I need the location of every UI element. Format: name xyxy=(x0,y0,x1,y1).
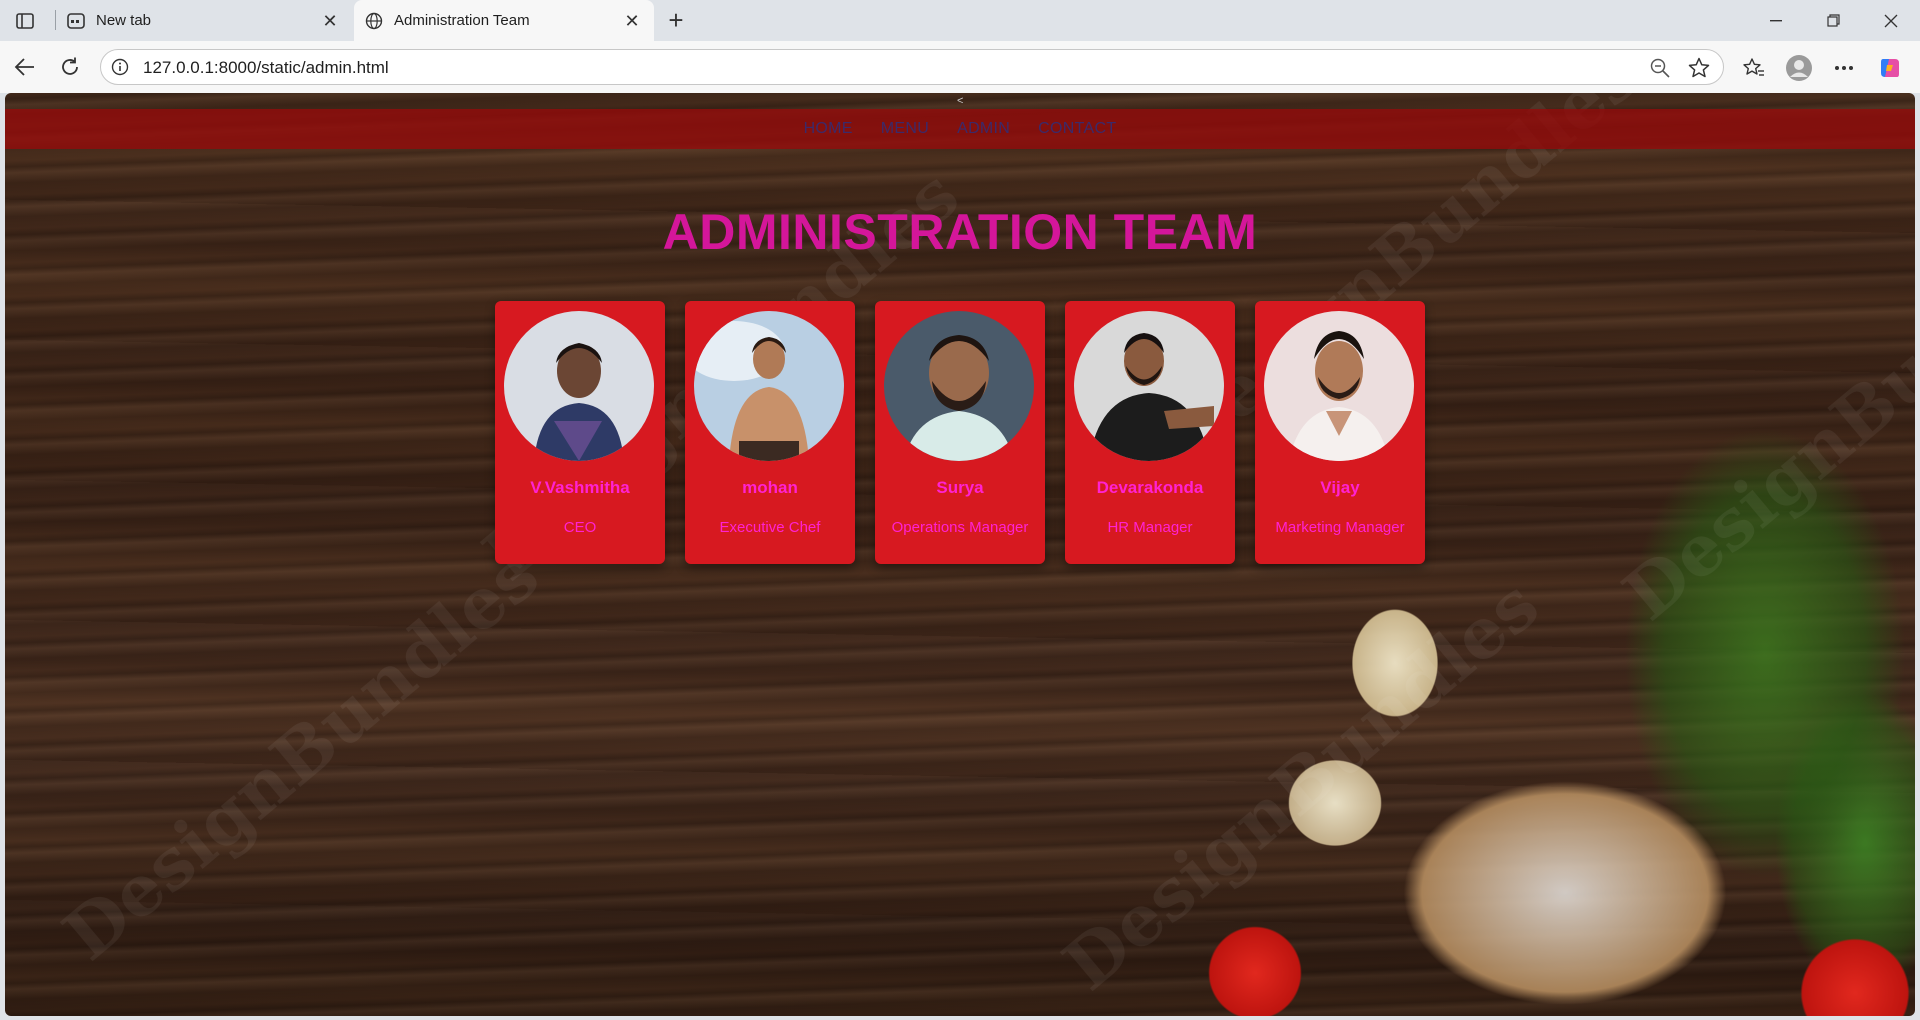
member-role: HR Manager xyxy=(1107,519,1193,536)
team-grid: V.Vashmitha CEO mohan Executive Chef Sur… xyxy=(495,301,1425,564)
member-name: V.Vashmitha xyxy=(530,478,630,497)
globe-icon xyxy=(364,11,384,31)
tab-new-tab[interactable]: New tab ✕ xyxy=(56,0,352,41)
member-name: mohan xyxy=(742,478,798,497)
page-title: ADMINISTRATION TEAM xyxy=(662,204,1258,260)
new-tab-favicon-icon xyxy=(66,11,86,31)
collapse-caret[interactable]: < xyxy=(957,95,963,107)
watermark: DesignBundles xyxy=(47,532,554,977)
avatar xyxy=(1264,311,1414,461)
nav-contact[interactable]: CONTACT xyxy=(1038,120,1116,138)
reload-icon[interactable] xyxy=(55,52,85,82)
top-navigation: < HOME MENU ADMIN CONTACT xyxy=(5,95,1915,149)
page-viewport: DesignBundles DesignBundles DesignBundle… xyxy=(5,93,1915,1016)
member-name: Devarakonda xyxy=(1096,478,1204,497)
team-card: V.Vashmitha CEO xyxy=(495,301,665,564)
back-arrow-icon[interactable] xyxy=(10,52,40,82)
avatar xyxy=(884,311,1034,461)
copilot-icon[interactable] xyxy=(1874,52,1906,84)
profile-avatar-icon[interactable] xyxy=(1783,52,1815,84)
more-options-icon[interactable] xyxy=(1828,52,1860,84)
team-card: mohan Executive Chef xyxy=(685,301,855,564)
close-window-icon[interactable] xyxy=(1862,0,1919,41)
nav-menu[interactable]: MENU xyxy=(881,120,929,138)
team-card: Vijay Marketing Manager xyxy=(1255,301,1425,564)
zoom-out-icon[interactable] xyxy=(1649,57,1671,79)
minimize-icon[interactable] xyxy=(1747,0,1804,41)
new-tab-plus-icon[interactable]: + xyxy=(662,7,690,35)
favorites-icon[interactable] xyxy=(1738,52,1770,84)
site-info-icon[interactable] xyxy=(111,58,129,76)
nav-home[interactable]: HOME xyxy=(804,120,853,138)
tab-actions-icon[interactable] xyxy=(10,8,40,34)
address-bar-row: 127.0.0.1:8000/static/admin.html xyxy=(0,41,1920,93)
member-name: Vijay xyxy=(1320,478,1360,497)
member-role: Operations Manager xyxy=(891,519,1029,536)
tab-title: Administration Team xyxy=(394,12,530,29)
watermark: DesignBundles xyxy=(1047,562,1554,1007)
member-role: Marketing Manager xyxy=(1275,519,1405,536)
favorite-star-icon[interactable] xyxy=(1687,56,1711,80)
close-tab-icon[interactable]: ✕ xyxy=(622,11,642,31)
member-role: Executive Chef xyxy=(719,519,821,536)
member-name: Surya xyxy=(936,478,984,497)
avatar xyxy=(1074,311,1224,461)
avatar xyxy=(694,311,844,461)
member-role: CEO xyxy=(563,519,597,536)
team-card: Surya Operations Manager xyxy=(875,301,1045,564)
url-field[interactable]: 127.0.0.1:8000/static/admin.html xyxy=(100,49,1724,85)
avatar xyxy=(504,311,654,461)
close-tab-icon[interactable]: ✕ xyxy=(320,11,340,31)
url-text: 127.0.0.1:8000/static/admin.html xyxy=(143,58,389,77)
tab-administration-team[interactable]: Administration Team ✕ xyxy=(354,0,654,41)
restore-icon[interactable] xyxy=(1805,0,1862,41)
nav-admin[interactable]: ADMIN xyxy=(957,120,1010,138)
tab-title: New tab xyxy=(96,12,152,29)
team-card: Devarakonda HR Manager xyxy=(1065,301,1235,564)
tab-bar: New tab ✕ Administration Team ✕ + xyxy=(0,0,1920,41)
